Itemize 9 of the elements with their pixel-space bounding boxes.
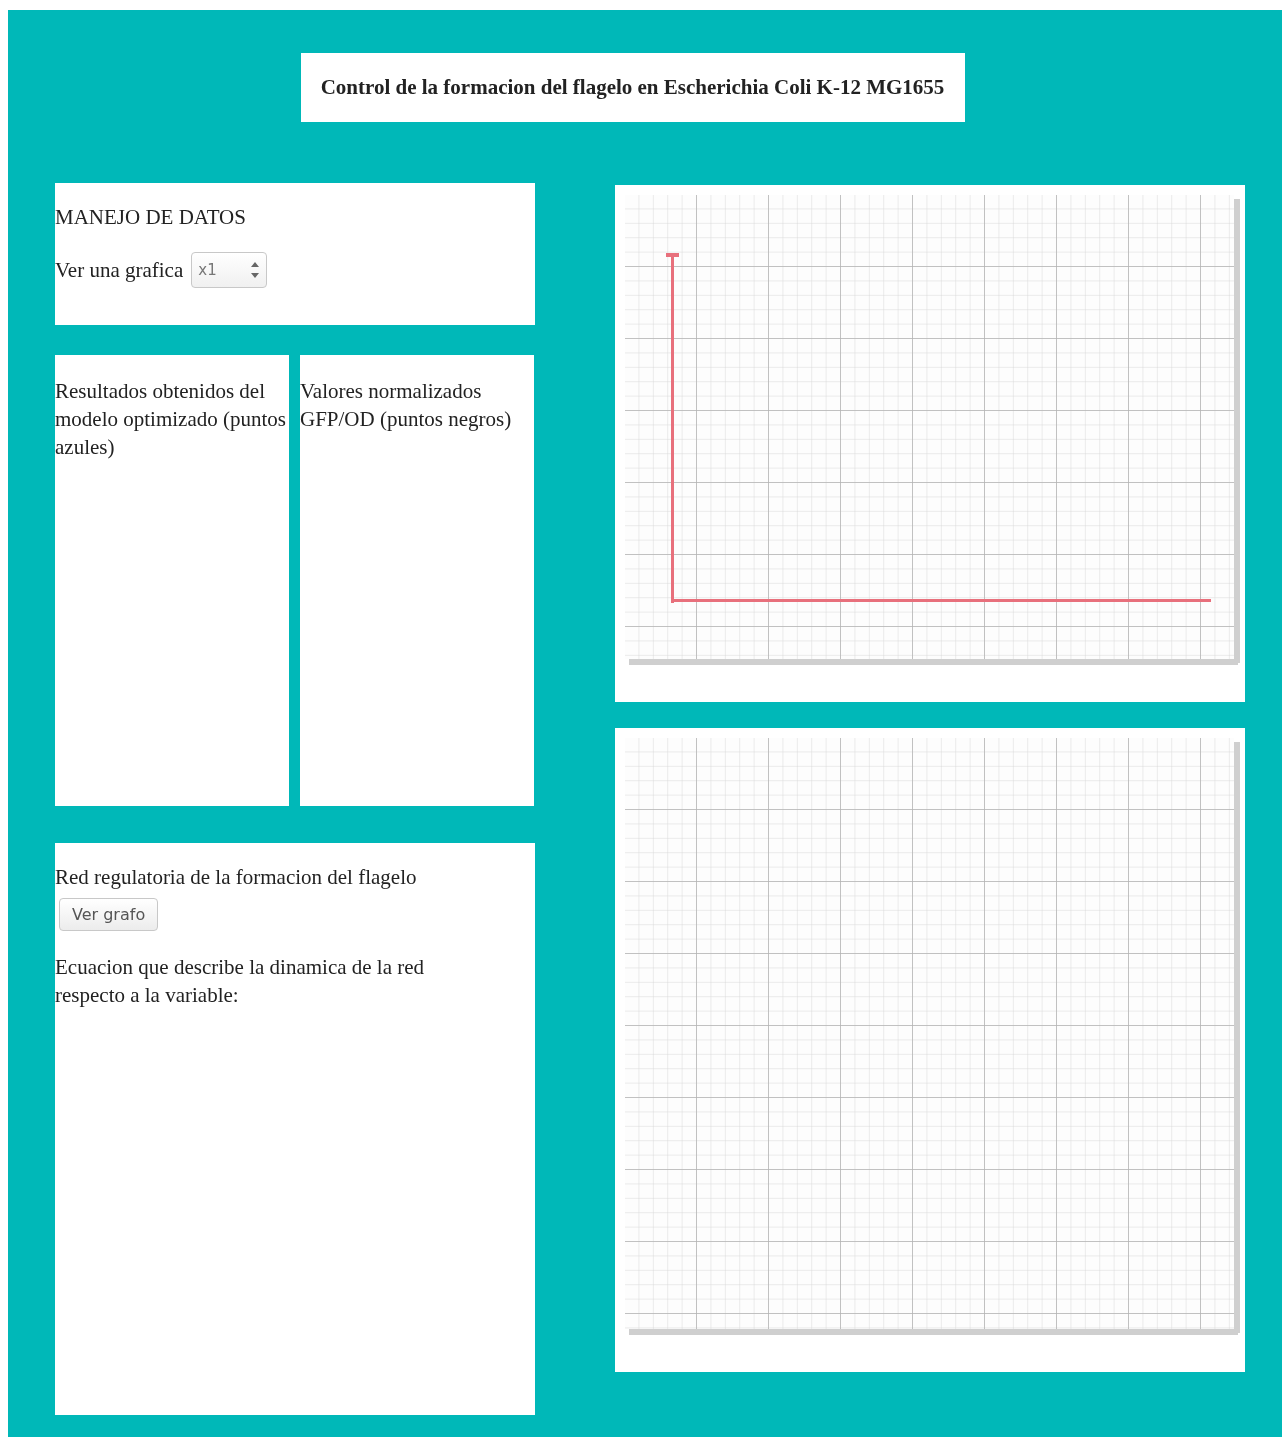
view-graph-button[interactable]: Ver grafo	[59, 898, 159, 931]
number-field[interactable]: x1	[191, 252, 268, 288]
section-heading: Red regulatoria de la formacion del flagelo	[55, 865, 418, 890]
page-title: Control de la formacion del flagelo en Escherichia Coli K-12 MG1655	[300, 53, 965, 122]
legend-text: Valores normalizados GFP/OD (puntos negros)	[300, 355, 534, 806]
field-label: Ver una grafica	[55, 257, 184, 283]
section-heading: MANEJO DE DATOS	[55, 205, 247, 230]
equation-label: Ecuacion que describe la dinamica de la red respecto a la variable:	[55, 954, 426, 1009]
legend-text: Resultados obtenidos del modelo optimizado (puntos azules)	[55, 355, 289, 806]
